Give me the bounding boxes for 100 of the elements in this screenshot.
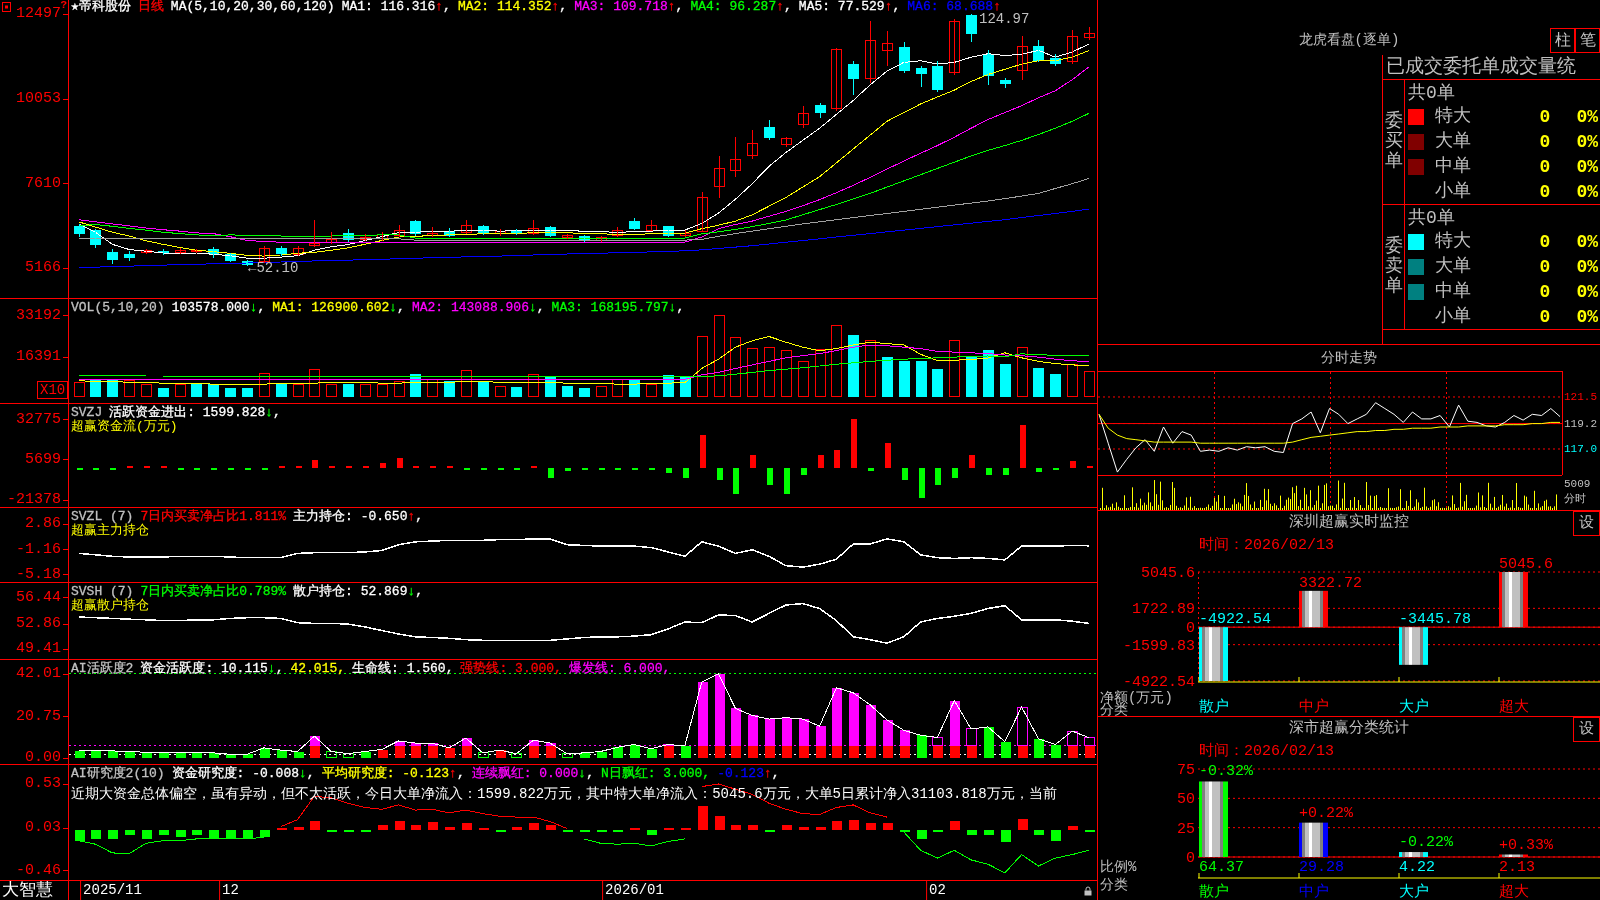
trend-arrow: ↑ [667, 0, 676, 14]
order-count: 0 [1539, 107, 1551, 128]
axis-tick-label: 1722.89 [1132, 601, 1195, 619]
axis-tick-label: 16391 [16, 349, 61, 365]
group-label: 委卖单 [1384, 237, 1403, 297]
date-label: 02 [926, 881, 946, 900]
separator-mark: , [273, 406, 281, 420]
category-label: 大户 [1399, 884, 1429, 900]
axis-tick-label: -0.46 [16, 862, 61, 878]
axis-tick-label: 75 [1177, 762, 1195, 779]
volume-share: 0% [1576, 306, 1598, 327]
separator-mark: , [415, 510, 424, 524]
axis-tick-label: 10053 [16, 91, 61, 107]
axis-tick-label: 0.03 [25, 820, 61, 836]
indicator-readout: MA1: 126900.602 [272, 301, 390, 315]
axis-title: 分类 [1100, 702, 1128, 716]
indicator-readout: SVZL (7) [71, 510, 134, 524]
axis-tick-label: 119.2 [1564, 416, 1597, 431]
indicator-readout: 爆发线: 6.000, [568, 662, 671, 676]
trend-arrow: ↓ [265, 406, 274, 420]
low-price-label: ←52.10 [248, 260, 299, 277]
axis-tick-label: 5699 [25, 451, 61, 467]
separator-mark: , [586, 767, 594, 781]
indicator-readout: 强势线: 3.000, [460, 662, 562, 676]
indicator-readout: MA3: 168195.797 [551, 301, 669, 315]
axis-tick-label: -1599.83 [1123, 637, 1195, 655]
data-label: 2.13 [1499, 859, 1535, 876]
axis-tick-label: -1.16 [16, 541, 61, 557]
axis-tick-label: 5045.6 [1141, 565, 1195, 582]
date-label: 2025/11 [80, 881, 142, 900]
order-count: 0 [1539, 132, 1551, 153]
indicator-readout: 主力持仓: -0.650 [293, 510, 408, 524]
date-label: 2026/01 [602, 881, 664, 900]
data-label: 5045.6 [1499, 556, 1553, 573]
axis-tick-label: 25 [1177, 820, 1195, 838]
axis-caption: 分时 [1564, 492, 1586, 506]
indicator-readout: 7日内买卖净占比1.811% [140, 510, 287, 524]
axis-title: 分类 [1100, 877, 1128, 893]
separator-mark: , [784, 0, 792, 14]
high-price-label: 124.97 [979, 11, 1030, 27]
panel-title: 深市超赢分类统计 [1289, 718, 1409, 740]
data-label: 4.22 [1399, 859, 1435, 876]
panel-title: 深圳超赢实时监控 [1289, 512, 1409, 534]
order-size-label: 大单 [1435, 256, 1471, 277]
category-label: 超大 [1499, 884, 1529, 900]
category-label: 中户 [1299, 884, 1329, 900]
volume-share: 0% [1576, 232, 1598, 253]
trend-arrow: ↓ [249, 301, 258, 315]
data-label: 29.28 [1299, 859, 1344, 876]
indicator-readout: 连续飘红: 0.000 [471, 767, 579, 781]
trend-arrow: ↑ [763, 767, 772, 781]
data-label: -4922.54 [1199, 611, 1271, 629]
indicator-readout: 生命线: 1.560, [352, 662, 454, 676]
trend-arrow: ↓ [578, 767, 587, 781]
order-size-label: 特大 [1435, 231, 1471, 252]
axis-tick-label: -4922.54 [1123, 674, 1195, 691]
trend-arrow: ↑ [407, 510, 416, 524]
indicator-readout: SVZJ [71, 406, 103, 420]
indicator-title: 超赢散户持仓 [71, 599, 149, 613]
axis-tick-label: -21378 [7, 492, 61, 508]
axis-tick-label: 7610 [25, 175, 61, 191]
axis-tick-label: 0.00 [25, 750, 61, 766]
percent-change-label: +0.22% [1299, 804, 1353, 822]
axis-tick-label: 12497 [16, 6, 61, 22]
percent-change-label: -0.22% [1399, 834, 1453, 852]
unit-label: X10 [37, 381, 69, 399]
separator-mark: , [676, 301, 685, 315]
indicator-readout: 日线 [137, 0, 164, 14]
data-label: -3445.78 [1399, 611, 1471, 629]
separator-mark: , [771, 767, 780, 781]
axis-tick-label: 33192 [16, 307, 61, 323]
separator-mark: , [443, 0, 451, 14]
indicator-readout: MA1: 116.316 [341, 0, 436, 14]
axis-tick-label: 121.5 [1564, 389, 1597, 404]
trend-arrow: ↑ [551, 0, 560, 14]
indicator-readout: SVSH (7) [71, 585, 134, 599]
indicator-readout: 活跃资金进出: 1599.828 [109, 406, 266, 420]
axis-tick-label: 0.53 [25, 776, 61, 792]
order-count: 0 [1539, 281, 1551, 302]
trend-arrow: ↓ [407, 585, 416, 599]
percent-change-label: -0.32% [1199, 763, 1253, 781]
axis-tick-label: 32775 [16, 411, 61, 427]
indicator-readout: MA5: 77.529 [798, 0, 885, 14]
order-count: 0 [1539, 156, 1551, 177]
order-total: 共0单 [1408, 207, 1455, 228]
indicator-readout: 平均研究度: -0.123 [321, 767, 450, 781]
indicator-title: 超赢主力持仓 [71, 524, 149, 538]
indicator-readout: 42.015, [290, 662, 346, 676]
table-title: 已成交委托单成交量统 [1386, 56, 1576, 78]
axis-tick-label: 0 [1186, 850, 1195, 867]
volume-share: 0% [1576, 107, 1598, 128]
order-size-label: 中单 [1435, 280, 1471, 301]
trend-arrow: ↓ [389, 301, 398, 315]
order-count: 0 [1539, 257, 1551, 278]
trend-arrow: ↓ [528, 301, 537, 315]
axis-tick-label: 20.75 [16, 708, 61, 724]
indicator-readout: MA3: 109.718 [574, 0, 668, 14]
separator-mark: , [892, 0, 901, 14]
separator-mark: , [456, 767, 465, 781]
separator-mark: , [415, 585, 424, 599]
